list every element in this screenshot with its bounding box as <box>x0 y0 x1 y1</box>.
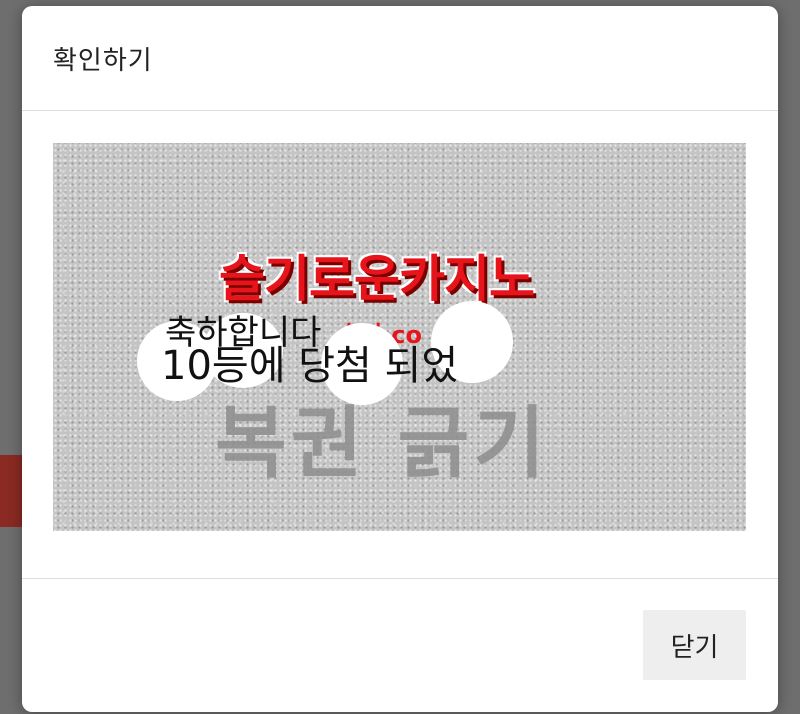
dialog-body: 슬기로운카지노 슬기.co 복권 긁기 축하합니다 10등에 당첨 되었 <box>22 111 778 583</box>
backdrop-page-fragment <box>0 455 22 527</box>
confirm-dialog: 확인하기 슬기로운카지노 슬기.co 복권 긁기 축하합니다 10등에 당첨 되… <box>22 6 778 712</box>
scratch-card-canvas[interactable]: 슬기로운카지노 슬기.co 복권 긁기 축하합니다 10등에 당첨 되었 <box>53 143 746 531</box>
revealed-prize-text: 10등에 당첨 되었 <box>161 343 459 389</box>
dialog-footer: 닫기 <box>22 578 778 713</box>
dialog-title: 확인하기 <box>53 46 153 76</box>
dialog-header: 확인하기 <box>22 6 778 111</box>
casino-logo-text: 슬기로운카지노 <box>219 250 535 308</box>
close-button[interactable]: 닫기 <box>643 610 746 680</box>
